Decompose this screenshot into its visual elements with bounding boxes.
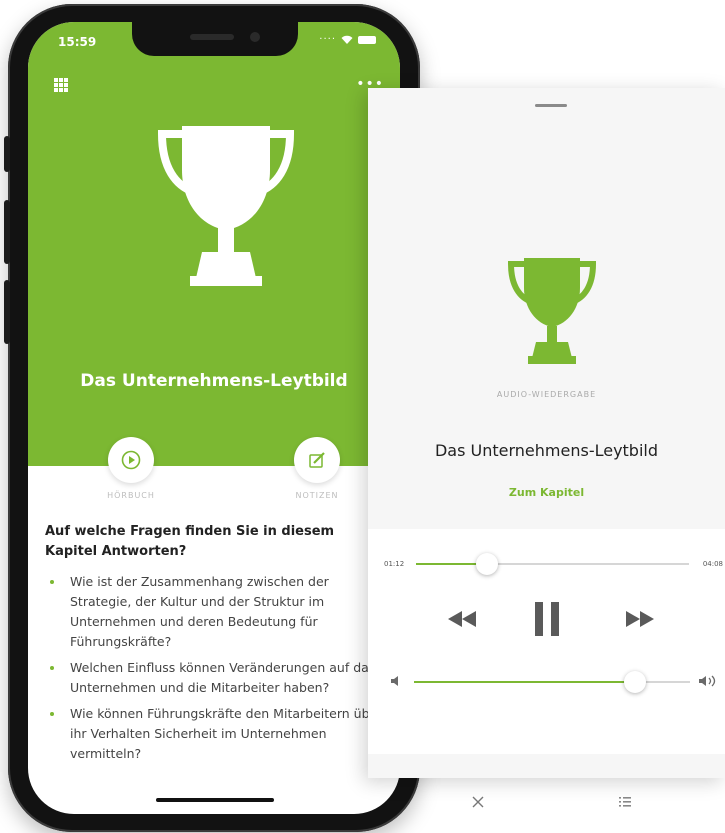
sheet-grabber[interactable] <box>535 104 567 107</box>
rewind-icon <box>448 611 476 627</box>
list-item: Wie können Führungskräfte den Mitarbeite… <box>45 704 390 764</box>
chapter-question: Auf welche Fragen finden Sie in diesem K… <box>45 524 335 559</box>
volume-fill <box>414 681 635 683</box>
status-icons: ···· <box>319 34 376 45</box>
edit-icon <box>309 452 325 468</box>
forward-button[interactable] <box>622 602 658 636</box>
forward-icon <box>626 611 654 627</box>
total-time: 04:08 <box>702 560 723 568</box>
signal-icon: ···· <box>319 34 336 45</box>
close-icon[interactable] <box>471 795 485 809</box>
grid-icon[interactable] <box>54 78 68 92</box>
play-icon <box>121 450 141 470</box>
battery-icon <box>358 35 376 44</box>
volume-low-icon <box>391 676 398 686</box>
pause-button[interactable] <box>530 597 564 641</box>
volume-high-icon <box>699 675 716 687</box>
player-title: Das Unternehmens-Leytbild <box>434 441 659 460</box>
volume-down-button <box>4 280 10 344</box>
player-controls: 01:12 04:08 <box>368 529 725 808</box>
home-indicator[interactable] <box>156 798 274 802</box>
chapter-link[interactable]: Zum Kapitel <box>368 486 725 499</box>
volume-up-button <box>4 200 10 264</box>
rewind-button[interactable] <box>444 602 480 636</box>
list-item: Wie ist der Zusammenhang zwischen der St… <box>45 572 390 652</box>
notes-button[interactable] <box>294 437 340 483</box>
trophy-icon <box>157 126 295 286</box>
chapter-title: Das Unternehmens-Leytbild <box>80 371 348 391</box>
progress-slider[interactable] <box>416 553 689 575</box>
volume-slider[interactable] <box>414 671 690 693</box>
app-screen: 15:59 ···· ••• Das Unternehmens-Leytbild… <box>28 22 400 814</box>
trophy-icon <box>507 258 597 364</box>
chapter-header: 15:59 ···· ••• Das Unternehmens-Leytbild <box>28 22 400 466</box>
phone-frame: 15:59 ···· ••• Das Unternehmens-Leytbild… <box>4 4 420 832</box>
list-item: Welchen Einfluss können Veränderungen au… <box>45 658 390 698</box>
pause-icon <box>535 602 559 636</box>
wifi-icon <box>341 35 353 44</box>
volume-handle[interactable] <box>623 671 646 693</box>
notes-label: NOTIZEN <box>295 491 339 500</box>
mute-switch <box>4 136 10 172</box>
status-time: 15:59 <box>58 35 97 49</box>
camera <box>250 32 260 42</box>
speaker <box>190 34 234 40</box>
notch <box>132 22 298 56</box>
question-list: Wie ist der Zusammenhang zwischen der St… <box>45 572 390 770</box>
player-caption: AUDIO-WIEDERGABE <box>496 390 597 399</box>
audiobook-label: HÖRBUCH <box>107 491 155 500</box>
list-icon[interactable] <box>618 795 632 809</box>
audiobook-button[interactable] <box>108 437 154 483</box>
current-time: 01:12 <box>384 560 405 568</box>
progress-handle[interactable] <box>475 553 498 575</box>
audio-player-sheet: AUDIO-WIEDERGABE Das Unternehmens-Leytbi… <box>368 88 725 808</box>
